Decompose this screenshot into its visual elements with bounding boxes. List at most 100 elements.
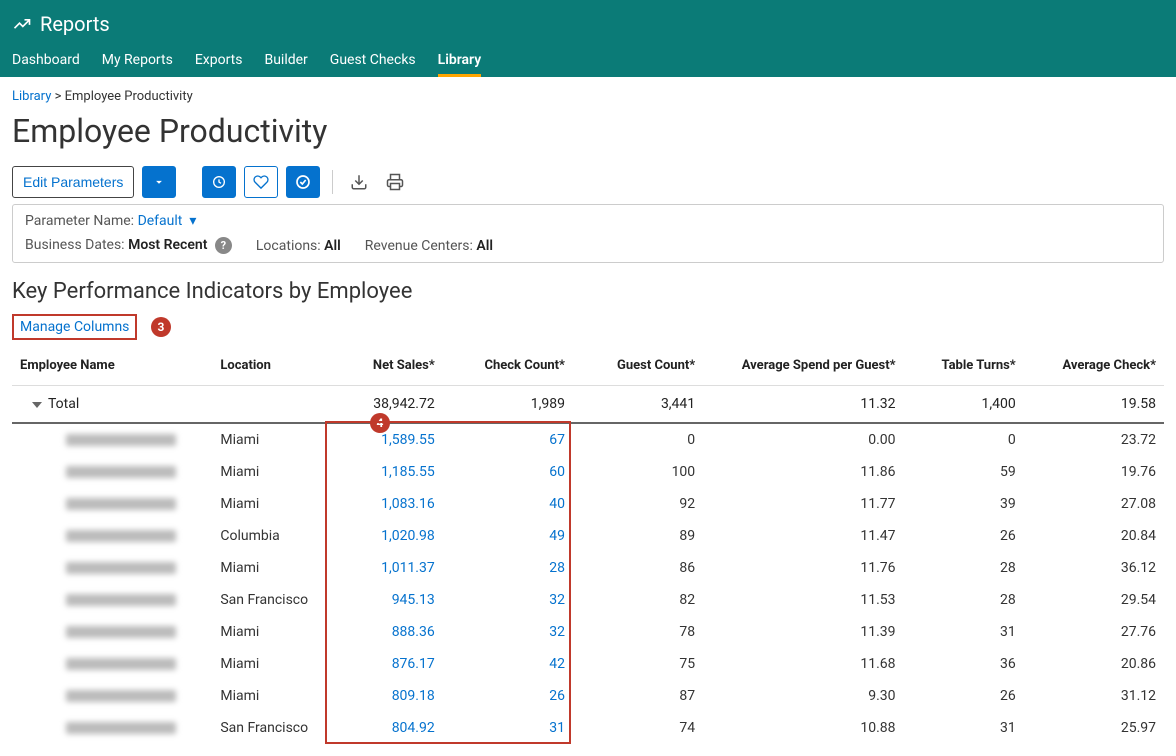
- header-employee-name[interactable]: Employee Name: [12, 346, 212, 386]
- redacted-name: [66, 594, 176, 606]
- cell-location: Miami: [212, 423, 322, 456]
- redacted-name: [66, 466, 176, 478]
- collapse-icon[interactable]: [32, 402, 42, 408]
- cell-check-count[interactable]: 31: [443, 712, 573, 744]
- cell-avg-spend: 0.00: [703, 423, 903, 456]
- redacted-name: [66, 498, 176, 510]
- cell-check-count[interactable]: 40: [443, 488, 573, 520]
- favorite-button[interactable]: [244, 166, 278, 198]
- cell-net-sales[interactable]: 804.92: [323, 712, 443, 744]
- cell-table-turns: 31: [904, 616, 1024, 648]
- cell-check-count[interactable]: 49: [443, 520, 573, 552]
- table-row: Miami1,589.556700.00023.72: [12, 423, 1164, 456]
- header-avg-check[interactable]: Average Check*: [1024, 346, 1164, 386]
- total-avg-spend: 11.32: [703, 386, 903, 424]
- tab-builder[interactable]: Builder: [264, 46, 307, 77]
- header-guest-count[interactable]: Guest Count*: [573, 346, 703, 386]
- refresh-button[interactable]: [202, 166, 236, 198]
- tab-my-reports[interactable]: My Reports: [102, 46, 173, 77]
- cell-avg-spend: 10.88: [703, 712, 903, 744]
- cell-net-sales[interactable]: 1,020.98: [323, 520, 443, 552]
- cell-guest-count: 78: [573, 616, 703, 648]
- cell-location: San Francisco: [212, 584, 322, 616]
- cell-guest-count: 87: [573, 680, 703, 712]
- redacted-name: [66, 530, 176, 542]
- cell-net-sales[interactable]: 876.17: [323, 648, 443, 680]
- cell-check-count[interactable]: 42: [443, 648, 573, 680]
- tab-exports[interactable]: Exports: [195, 46, 243, 77]
- cell-net-sales[interactable]: 945.13: [323, 584, 443, 616]
- business-dates-value: Most Recent: [128, 237, 207, 253]
- locations-value: All: [324, 238, 341, 254]
- tab-guest-checks[interactable]: Guest Checks: [330, 46, 416, 77]
- nav-tabs: Dashboard My Reports Exports Builder Gue…: [12, 46, 1164, 77]
- cell-net-sales[interactable]: 1,011.37: [323, 552, 443, 584]
- cell-check-count[interactable]: 28: [443, 552, 573, 584]
- cell-net-sales[interactable]: 1,083.16: [323, 488, 443, 520]
- breadcrumb: Library > Employee Productivity: [12, 89, 1164, 104]
- cell-check-count[interactable]: 67: [443, 423, 573, 456]
- locations-label: Locations:: [256, 238, 321, 254]
- cell-employee-name: [12, 712, 212, 744]
- edit-parameters-button[interactable]: Edit Parameters: [12, 166, 134, 198]
- header-check-count[interactable]: Check Count*: [443, 346, 573, 386]
- total-check-count: 1,989: [443, 386, 573, 424]
- cell-guest-count: 74: [573, 712, 703, 744]
- cell-net-sales[interactable]: 809.18: [323, 680, 443, 712]
- header-avg-spend[interactable]: Average Spend per Guest*: [703, 346, 903, 386]
- kpi-table: Employee Name Location Net Sales* Check …: [12, 346, 1164, 744]
- table-row: Columbia1,020.98498911.472620.84: [12, 520, 1164, 552]
- param-name-dropdown[interactable]: Default ▾: [138, 213, 197, 229]
- cell-net-sales[interactable]: 1,185.55: [323, 456, 443, 488]
- cell-guest-count: 100: [573, 456, 703, 488]
- cell-net-sales[interactable]: 888.36: [323, 616, 443, 648]
- cell-table-turns: 59: [904, 456, 1024, 488]
- cell-avg-check: 25.97: [1024, 712, 1164, 744]
- cell-employee-name: [12, 520, 212, 552]
- revenue-centers-label: Revenue Centers:: [365, 238, 473, 254]
- cell-avg-check: 31.12: [1024, 680, 1164, 712]
- cell-location: Miami: [212, 456, 322, 488]
- redacted-name: [66, 434, 176, 446]
- print-button[interactable]: [381, 166, 409, 198]
- app-header: Reports Dashboard My Reports Exports Bui…: [0, 0, 1176, 77]
- header-net-sales[interactable]: Net Sales*: [323, 346, 443, 386]
- cell-check-count[interactable]: 26: [443, 680, 573, 712]
- callout-badge-4: 4: [370, 413, 390, 433]
- confirm-button[interactable]: [286, 166, 320, 198]
- help-icon[interactable]: ?: [215, 237, 232, 254]
- cell-check-count[interactable]: 32: [443, 616, 573, 648]
- page-title: Employee Productivity: [12, 112, 1164, 150]
- toolbar-separator: [332, 170, 333, 194]
- cell-table-turns: 26: [904, 680, 1024, 712]
- cell-employee-name: [12, 584, 212, 616]
- cell-table-turns: 39: [904, 488, 1024, 520]
- run-dropdown-button[interactable]: [142, 166, 176, 198]
- total-row[interactable]: Total 38,942.72 1,989 3,441 11.32 1,400 …: [12, 386, 1164, 424]
- breadcrumb-current: Employee Productivity: [65, 89, 193, 104]
- table-row: Miami876.17427511.683620.86: [12, 648, 1164, 680]
- cell-location: Columbia: [212, 520, 322, 552]
- cell-check-count[interactable]: 32: [443, 584, 573, 616]
- cell-table-turns: 26: [904, 520, 1024, 552]
- tab-library[interactable]: Library: [438, 46, 482, 77]
- manage-columns-link[interactable]: Manage Columns: [20, 319, 129, 335]
- cell-location: Miami: [212, 680, 322, 712]
- cell-table-turns: 0: [904, 423, 1024, 456]
- kpi-table-wrap: Employee Name Location Net Sales* Check …: [12, 346, 1164, 744]
- tab-dashboard[interactable]: Dashboard: [12, 46, 80, 77]
- cell-check-count[interactable]: 60: [443, 456, 573, 488]
- table-row: San Francisco804.92317410.883125.97: [12, 712, 1164, 744]
- cell-avg-spend: 11.76: [703, 552, 903, 584]
- header-location[interactable]: Location: [212, 346, 322, 386]
- header-table-turns[interactable]: Table Turns*: [904, 346, 1024, 386]
- total-avg-check: 19.58: [1024, 386, 1164, 424]
- table-row: San Francisco945.13328211.532829.54: [12, 584, 1164, 616]
- download-button[interactable]: [345, 166, 373, 198]
- table-row: Miami1,011.37288611.762836.12: [12, 552, 1164, 584]
- redacted-name: [66, 690, 176, 702]
- breadcrumb-separator: >: [55, 89, 65, 104]
- table-row: Miami888.36327811.393127.76: [12, 616, 1164, 648]
- breadcrumb-library[interactable]: Library: [12, 89, 51, 104]
- redacted-name: [66, 562, 176, 574]
